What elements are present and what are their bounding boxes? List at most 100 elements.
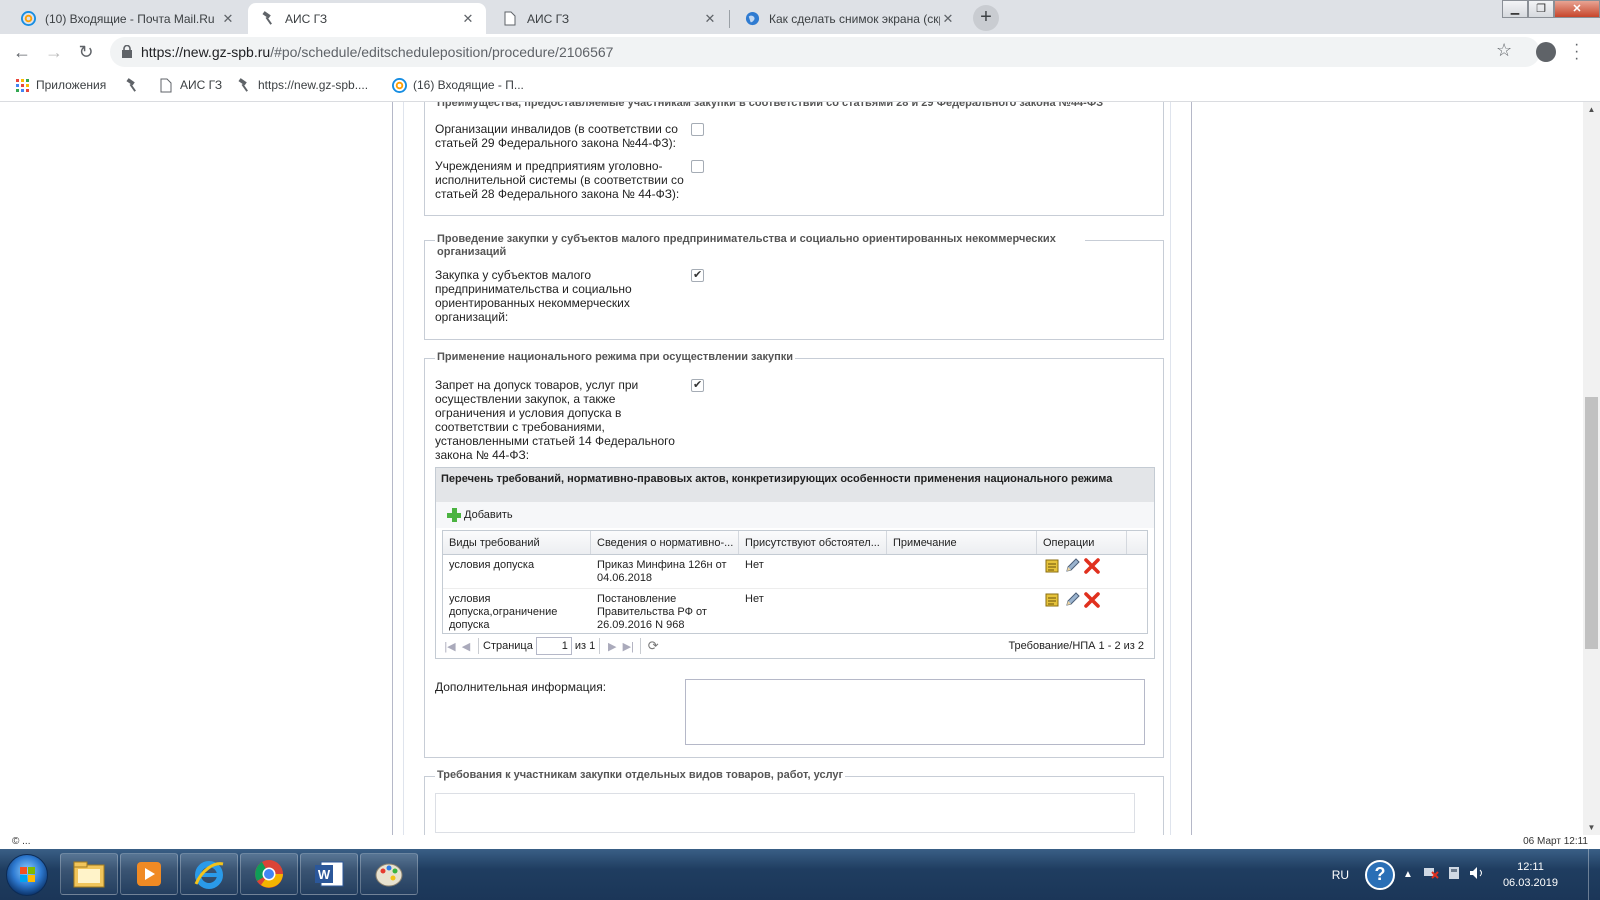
requirements-panel: Перечень требований, нормативно-правовых… bbox=[435, 467, 1155, 659]
close-icon[interactable]: ✕ bbox=[460, 11, 476, 27]
close-window-button[interactable]: ✕ bbox=[1554, 0, 1600, 18]
disabled-orgs-checkbox[interactable] bbox=[691, 123, 704, 136]
col-operations[interactable]: Операции bbox=[1037, 531, 1127, 554]
browser-menu-icon[interactable]: · · · bbox=[1574, 37, 1580, 67]
cell-normative-info: Приказ Минфина 126н от 04.06.2018 bbox=[597, 559, 727, 584]
account-avatar-icon[interactable] bbox=[1536, 42, 1556, 62]
add-plus-icon bbox=[446, 507, 462, 523]
view-scroll-icon[interactable] bbox=[1043, 591, 1061, 609]
windows-logo-icon bbox=[20, 867, 35, 882]
ban-admission-checkbox[interactable] bbox=[691, 378, 704, 392]
scroll-up-icon[interactable]: ▲ bbox=[1583, 102, 1600, 117]
hammer-icon bbox=[260, 11, 276, 27]
page-scrollbar[interactable]: ▲ ▼ bbox=[1583, 102, 1600, 835]
page-icon bbox=[502, 11, 518, 27]
bookmark-mail[interactable]: (16) Входящие - П... bbox=[391, 77, 524, 93]
advantages-fieldset: Преимущества, предоставляемые участникам… bbox=[424, 102, 1164, 216]
clock[interactable]: 12:11 06.03.2019 bbox=[1503, 859, 1558, 891]
add-button[interactable]: Добавить bbox=[464, 509, 513, 521]
bookmark-star-icon[interactable]: ☆ bbox=[1496, 40, 1512, 61]
extra-info-textarea[interactable] bbox=[685, 679, 1145, 745]
chrome-icon[interactable] bbox=[240, 853, 298, 895]
table-row[interactable]: условия допуска Приказ Минфина 126н от 0… bbox=[443, 555, 1147, 589]
delete-x-icon[interactable] bbox=[1083, 557, 1101, 575]
language-indicator[interactable]: RU bbox=[1332, 868, 1349, 882]
cell-normative-info: Постановление Правительства РФ от 26.09.… bbox=[597, 593, 707, 631]
pager-separator bbox=[599, 638, 601, 654]
tray-expand-icon[interactable]: ▲ bbox=[1403, 869, 1413, 880]
view-scroll-icon[interactable] bbox=[1043, 557, 1061, 575]
disabled-orgs-label: Организации инвалидов (в соответствии со… bbox=[435, 122, 678, 150]
delete-x-icon[interactable] bbox=[1083, 591, 1101, 609]
windows-taskbar: W RU ? ▲ 12:11 06.03.2019 bbox=[0, 849, 1600, 900]
explorer-icon[interactable] bbox=[60, 853, 118, 895]
start-button[interactable] bbox=[6, 854, 48, 896]
cell-req-type: условия допуска bbox=[449, 559, 535, 571]
tab-ais-gz-active[interactable]: АИС ГЗ ✕ bbox=[248, 3, 486, 34]
page-number-input[interactable]: 1 bbox=[535, 637, 572, 655]
last-page-icon[interactable]: ▶| bbox=[620, 640, 636, 653]
restore-button[interactable]: ❐ bbox=[1528, 0, 1554, 18]
minimize-button[interactable]: ▁ bbox=[1502, 0, 1528, 18]
network-warning-icon[interactable] bbox=[1423, 866, 1439, 883]
tab-title: Как сделать снимок экрана (скр bbox=[769, 11, 940, 26]
address-bar[interactable]: https://new.gz-spb.ru/#po/schedule/edits… bbox=[110, 37, 1540, 67]
status-datetime: 06 Март 12:11 bbox=[1523, 836, 1588, 847]
bookmark-apps[interactable]: Приложения bbox=[14, 77, 106, 93]
refresh-icon[interactable]: ⟳ bbox=[645, 638, 661, 654]
bookmark-ais-gz[interactable]: АИС ГЗ bbox=[158, 77, 222, 93]
next-page-icon[interactable]: ▶ bbox=[604, 640, 620, 653]
edit-pencil-icon[interactable] bbox=[1063, 591, 1081, 609]
word-icon[interactable]: W bbox=[300, 853, 358, 895]
volume-icon[interactable] bbox=[1469, 866, 1485, 883]
bookmark-hammer[interactable] bbox=[124, 77, 146, 93]
help-icon[interactable]: ? bbox=[1365, 859, 1396, 890]
mail-ru-icon bbox=[20, 11, 36, 27]
col-note[interactable]: Примечание bbox=[887, 531, 1037, 554]
back-button[interactable]: ← bbox=[10, 41, 34, 65]
mail-ru-icon bbox=[391, 77, 407, 93]
national-regime-fieldset: Применение национального режима при осущ… bbox=[424, 351, 1164, 758]
tab-title: АИС ГЗ bbox=[527, 11, 570, 26]
table-row[interactable]: условия допуска,ограничение допуска Пост… bbox=[443, 589, 1147, 633]
scroll-down-icon[interactable]: ▼ bbox=[1583, 820, 1600, 835]
scroll-thumb[interactable] bbox=[1585, 397, 1598, 649]
window-controls: ▁ ❐ ✕ bbox=[1502, 0, 1600, 18]
penal-system-checkbox[interactable] bbox=[691, 160, 704, 173]
show-desktop-button[interactable] bbox=[1588, 849, 1600, 900]
cell-circumstances: Нет bbox=[745, 559, 764, 571]
browser-toolbar: ← → ↻ https://new.gz-spb.ru/#po/schedule… bbox=[0, 34, 1600, 70]
paint-icon[interactable] bbox=[360, 853, 418, 895]
requirements-subpanel bbox=[435, 793, 1135, 833]
first-page-icon[interactable]: |◀ bbox=[442, 640, 458, 653]
forward-button[interactable]: → bbox=[42, 41, 66, 65]
edit-pencil-icon[interactable] bbox=[1063, 557, 1081, 575]
tab-screenshot-howto[interactable]: Как сделать снимок экрана (скр ✕ bbox=[732, 3, 966, 34]
tab-mail[interactable]: (10) Входящие - Почта Mail.Ru ✕ bbox=[8, 3, 246, 34]
ie-icon[interactable] bbox=[180, 853, 238, 895]
ban-admission-label: Запрет на допуск товаров, услуг при осущ… bbox=[435, 378, 675, 462]
col-req-type[interactable]: Виды требований bbox=[443, 531, 591, 554]
tab-ais-gz[interactable]: АИС ГЗ ✕ bbox=[490, 3, 728, 34]
reload-button[interactable]: ↻ bbox=[74, 41, 98, 65]
clock-time: 12:11 bbox=[1517, 860, 1544, 873]
media-player-icon[interactable] bbox=[120, 853, 178, 895]
new-tab-button[interactable]: + bbox=[973, 5, 999, 31]
grid-header: Виды требований Сведения о нормативно-..… bbox=[443, 531, 1147, 555]
page-viewport: Преимущества, предоставляемые участникам… bbox=[0, 102, 1583, 835]
close-icon[interactable]: ✕ bbox=[940, 11, 956, 27]
penal-system-label: Учреждениям и предприятиям уголовно-испо… bbox=[435, 159, 684, 201]
lock-icon bbox=[122, 45, 132, 58]
close-icon[interactable]: ✕ bbox=[220, 11, 236, 27]
col-normative-info[interactable]: Сведения о нормативно-... bbox=[591, 531, 739, 554]
national-regime-legend: Применение национального режима при осущ… bbox=[435, 351, 796, 364]
device-icon[interactable] bbox=[1447, 866, 1461, 883]
requirements-grid: Виды требований Сведения о нормативно-..… bbox=[442, 530, 1148, 634]
prev-page-icon[interactable]: ◀ bbox=[458, 640, 474, 653]
smb-purchase-checkbox[interactable] bbox=[691, 268, 704, 282]
close-icon[interactable]: ✕ bbox=[702, 11, 718, 27]
hammer-icon bbox=[236, 77, 252, 93]
bookmark-gz-spb[interactable]: https://new.gz-spb.... bbox=[236, 77, 368, 93]
page-status-bar: © ... 06 Март 12:11 bbox=[0, 835, 1600, 849]
col-circumstances[interactable]: Присутствуют обстоятел... bbox=[739, 531, 887, 554]
